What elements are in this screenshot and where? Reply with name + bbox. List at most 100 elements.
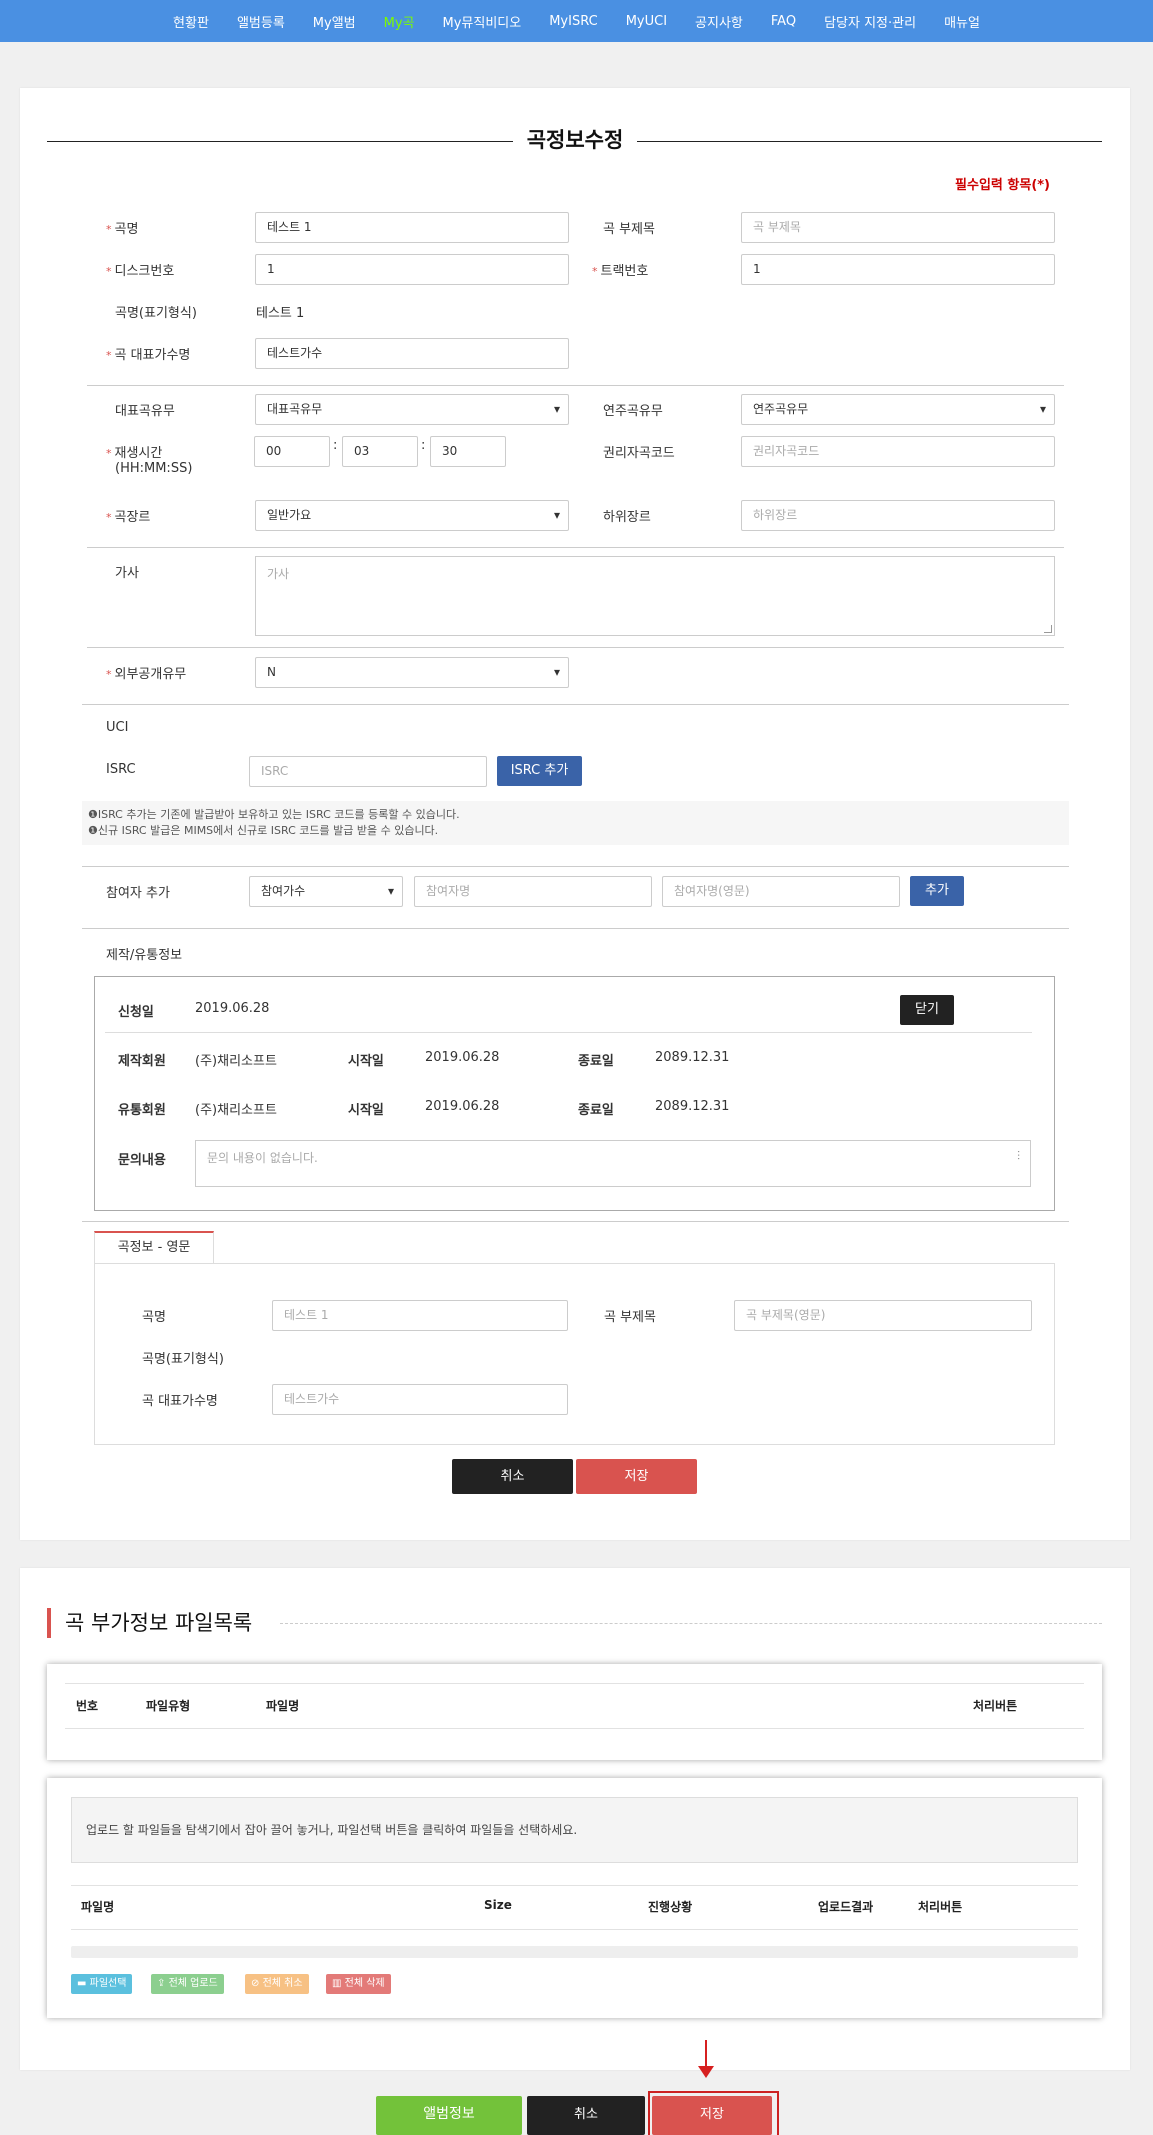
upload-all-button[interactable]: ⇪ 전체 업로드 [151,1974,224,1994]
rights-code-input[interactable]: 권리자곡코드 [741,436,1055,467]
nav-my-song[interactable]: My곡 [370,12,429,31]
tab-english-info[interactable]: 곡정보 - 영문 [94,1231,214,1264]
nav-album-register[interactable]: 앨범등록 [223,12,299,31]
distributor-start-label: 시작일 [348,1103,384,1118]
divider [87,547,1064,548]
en-display-name-label: 곡명(표기형식) [142,1352,224,1367]
divider [87,647,1064,648]
display-name-value: 테스트 1 [256,306,305,321]
apply-date-label: 신청일 [118,1005,154,1020]
isrc-add-button[interactable]: ISRC 추가 [497,756,582,786]
resize-grip-icon[interactable] [1044,625,1052,633]
header-action: 처리버튼 [918,1900,963,1914]
distributor-start-value: 2019.06.28 [425,1099,500,1114]
en-song-name-input[interactable]: 테스트 1 [272,1300,568,1331]
performance-label: 연주곡유무 [603,404,663,419]
producer-start-label: 시작일 [348,1054,384,1069]
select-files-button[interactable]: ▬ 파일선택 [71,1974,133,1994]
distributor-value: (주)채리소프트 [195,1103,277,1118]
nav-my-music-video[interactable]: My뮤직비디오 [429,12,536,31]
subtitle-label: 곡 부제목 [603,222,655,237]
isrc-input[interactable]: ISRC [249,756,487,787]
dotted-divider [280,1623,1102,1624]
artist-label: 곡 대표가수명 [106,344,191,363]
public-label: 외부공개유무 [106,663,187,682]
divider [87,385,1064,386]
album-info-button[interactable]: 앨범정보 [376,2096,522,2135]
nav-notice[interactable]: 공지사항 [681,12,757,31]
header-progress: 진행상황 [648,1900,693,1914]
participant-name-en-input[interactable]: 참여자명(영문) [662,876,900,907]
apply-date-value: 2019.06.28 [195,1001,270,1016]
arrow-down-icon [698,2066,714,2078]
subtitle-input[interactable]: 곡 부제목 [741,212,1055,243]
en-artist-input[interactable]: 테스트가수 [272,1384,568,1415]
uci-label: UCI [106,720,129,735]
page-title: 곡정보수정 [20,124,1130,154]
delete-all-button[interactable]: ▥ 전체 삭제 [326,1974,391,1994]
distributor-end-value: 2089.12.31 [655,1099,730,1114]
nav-dashboard[interactable]: 현황판 [159,12,223,31]
disc-number-input[interactable]: 1 [255,254,569,285]
participant-label: 참여자 추가 [106,886,170,901]
genre-select[interactable]: 일반가요 [255,500,569,531]
nav-my-uci[interactable]: MyUCI [612,14,681,29]
save-highlight-box [648,2091,779,2135]
genre-label: 곡장르 [106,506,151,525]
upload-icon: ⇪ [157,1978,169,1989]
rights-code-label: 권리자곡코드 [603,446,675,461]
playtime-seconds-input[interactable]: 30 [430,436,506,467]
distributor-label: 유통회원 [118,1103,166,1118]
required-note: 필수입력 항목(*) [955,178,1050,193]
footer-cancel-button[interactable]: 취소 [527,2096,645,2135]
nav-my-isrc[interactable]: MyISRC [535,14,611,29]
header-upload-result: 업로드결과 [818,1900,874,1914]
production-info-box: 신청일 2019.06.28 닫기 제작회원 (주)채리소프트 시작일 2019… [94,976,1055,1211]
divider [82,928,1069,929]
playtime-label: 재생시간 [106,442,163,461]
performance-select[interactable]: 연주곡유무 [741,394,1055,425]
track-number-input[interactable]: 1 [741,254,1055,285]
nav-faq[interactable]: FAQ [757,14,810,29]
file-list-card: 번호 파일유형 파일명 처리버튼 [47,1664,1102,1760]
participant-type-select[interactable]: 참여가수 [249,876,403,907]
form-cancel-button[interactable]: 취소 [452,1459,573,1494]
subgenre-input[interactable]: 하위장르 [741,500,1055,531]
english-info-panel: 곡명 테스트 1 곡 부제목 곡 부제목(영문) 곡명(표기형식) 곡 대표가수… [94,1263,1055,1445]
nav-manual[interactable]: 매뉴얼 [930,12,994,31]
table-top-line [71,1885,1078,1886]
inquiry-textarea[interactable]: 문의 내용이 없습니다. ⫶ [195,1140,1031,1187]
nav-manager[interactable]: 담당자 지정·관리 [810,12,930,31]
adjust-icon: ⫶ [1016,1149,1020,1163]
folder-icon: ▬ [77,1978,90,1989]
artist-input[interactable]: 테스트가수 [255,338,569,369]
form-save-button[interactable]: 저장 [576,1459,697,1494]
public-select[interactable]: N [255,657,569,688]
participant-add-button[interactable]: 추가 [910,876,964,906]
nav-my-album[interactable]: My앨범 [299,12,370,31]
inquiry-label: 문의내용 [118,1153,166,1168]
drop-zone[interactable]: 업로드 할 파일들을 탐색기에서 잡아 끌어 놓거나, 파일선택 버튼을 클릭하… [71,1797,1078,1863]
isrc-note-1: ❶ISRC 추가는 기존에 발급받아 보유하고 있는 ISRC 코드를 등록할 … [88,808,460,821]
rep-song-select[interactable]: 대표곡유무 [255,394,569,425]
header-action: 처리버튼 [973,1699,1018,1713]
lyrics-textarea[interactable]: 가사 [255,556,1055,636]
participant-name-input[interactable]: 참여자명 [414,876,652,907]
header-file-name: 파일명 [81,1900,115,1914]
lyrics-label: 가사 [115,566,139,581]
trash-icon: ▥ [332,1978,345,1989]
playtime-minutes-input[interactable]: 03 [342,436,418,467]
header-size: Size [484,1898,512,1912]
close-button[interactable]: 닫기 [900,995,954,1025]
producer-start-value: 2019.06.28 [425,1050,500,1065]
en-artist-label: 곡 대표가수명 [142,1394,218,1409]
cancel-all-button[interactable]: ⊘ 전체 취소 [245,1974,309,1994]
en-subtitle-input[interactable]: 곡 부제목(영문) [734,1300,1032,1331]
distributor-end-label: 종료일 [578,1103,614,1118]
header-file-type: 파일유형 [146,1699,191,1713]
song-name-input[interactable]: 테스트 1 [255,212,569,243]
file-list-panel: 곡 부가정보 파일목록 번호 파일유형 파일명 처리버튼 업로드 할 파일들을 … [20,1568,1130,2070]
upload-card: 업로드 할 파일들을 탐색기에서 잡아 끌어 놓거나, 파일선택 버튼을 클릭하… [47,1778,1102,2018]
playtime-hours-input[interactable]: 00 [254,436,330,467]
isrc-notes: ❶ISRC 추가는 기존에 발급받아 보유하고 있는 ISRC 코드를 등록할 … [82,801,1069,845]
